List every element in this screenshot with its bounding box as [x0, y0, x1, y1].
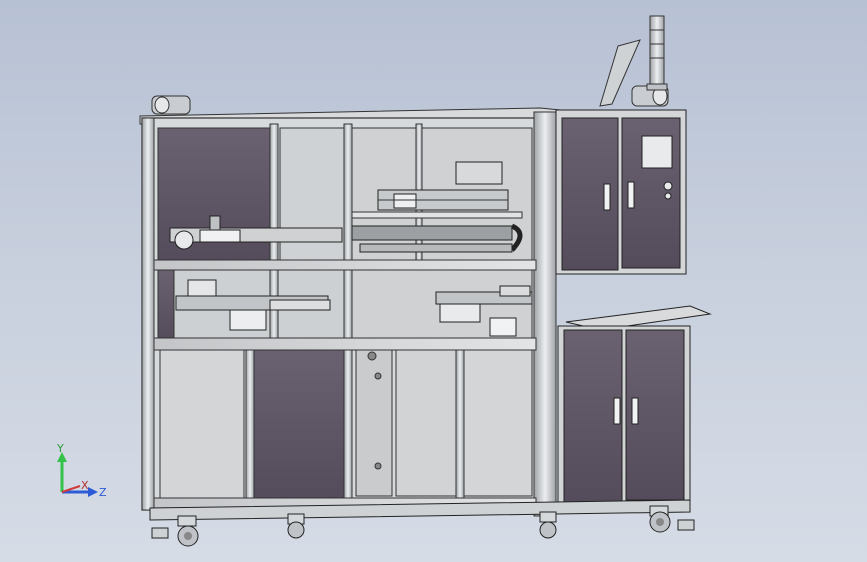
selector-switch-2: [664, 192, 672, 200]
cable-chain: [351, 223, 523, 253]
y-axis-label: Y: [56, 442, 64, 455]
caster-wheel-icon-4: [649, 505, 671, 533]
z-axis-label: Z: [99, 486, 107, 499]
selector-switch: [663, 181, 673, 191]
control-cabinet-lower: [557, 325, 691, 509]
rail-middle: [153, 337, 537, 351]
top-left-motor: [151, 95, 191, 115]
access-hole-3: [374, 462, 382, 470]
door-handle-icon-3: [613, 397, 621, 425]
door-handle-icon: [603, 183, 611, 211]
caster-wheel-icon-2: [287, 513, 305, 539]
hmi-screen-icon: [641, 135, 673, 169]
lower-panel-5: [463, 349, 533, 497]
leveling-foot: [151, 527, 169, 539]
graphics-viewport[interactable]: Y X Z: [0, 0, 867, 562]
control-cabinet-upper: [555, 109, 687, 275]
lower-panel-4: [395, 349, 459, 497]
x-axis-label: X: [81, 479, 89, 492]
machine-model-3d[interactable]: [0, 0, 867, 562]
access-hole-2: [374, 372, 382, 380]
coordinate-triad: Y X Z: [56, 442, 107, 499]
door-handle-icon-2: [627, 181, 635, 209]
access-hole: [367, 351, 377, 361]
lower-panel-3: [355, 349, 393, 497]
caster-wheel-icon-3: [539, 511, 557, 539]
leveling-foot-2: [677, 519, 695, 531]
lower-panel-1: [159, 349, 245, 501]
post-left: [141, 117, 155, 511]
post-right: [533, 111, 557, 517]
stack-light-icon: [646, 15, 668, 91]
caster-wheel-icon: [177, 515, 199, 547]
post-inner-4: [245, 345, 255, 503]
post-inner-5: [455, 345, 465, 503]
door-handle-icon-4: [631, 397, 639, 425]
lower-panel-2: [253, 349, 347, 501]
post-inner-2: [343, 123, 353, 505]
middle-left-dark-panel: [157, 269, 175, 341]
z-axis-arrow: [88, 487, 98, 497]
rail-upper: [153, 259, 537, 271]
